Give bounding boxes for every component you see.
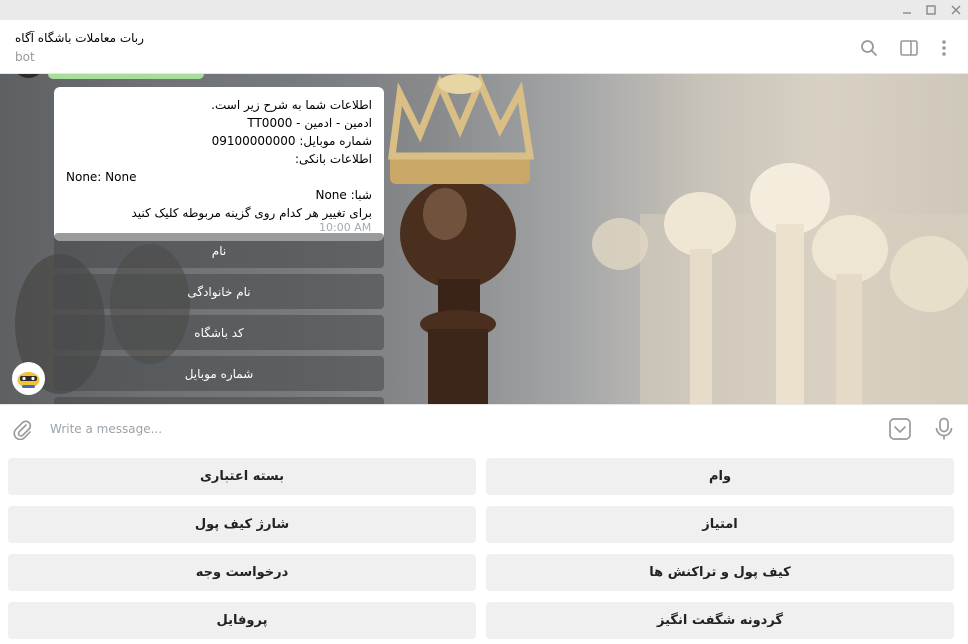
window-titlebar bbox=[0, 0, 968, 20]
inline-button-mobile[interactable]: شماره موبایل bbox=[54, 356, 384, 391]
chat-subtitle: bot bbox=[15, 50, 35, 64]
reply-keyboard: وام بسته اعتباری امتیاز شارژ کیف پول کیف… bbox=[0, 452, 968, 644]
maximize-icon[interactable] bbox=[919, 0, 943, 20]
attach-icon[interactable] bbox=[10, 417, 34, 441]
chat-history[interactable]: اطلاعات شما به شرح زیر است. ادمین - ادمی… bbox=[0, 74, 968, 404]
close-icon[interactable] bbox=[944, 0, 968, 20]
inline-button-next[interactable] bbox=[54, 397, 384, 404]
message-line: اطلاعات شما به شرح زیر است. bbox=[211, 98, 372, 112]
inline-button-last-name[interactable]: نام خانوادگی bbox=[54, 274, 384, 309]
search-icon[interactable] bbox=[858, 37, 880, 59]
previous-message-bubble bbox=[48, 74, 204, 79]
inline-button-first-name[interactable]: نام bbox=[54, 233, 384, 268]
bot-avatar[interactable] bbox=[12, 362, 45, 395]
bot-keyboard-icon[interactable] bbox=[888, 417, 912, 441]
keyboard-button-profile[interactable]: پروفایل bbox=[8, 602, 476, 639]
keyboard-button-points[interactable]: امتیاز bbox=[486, 506, 954, 543]
message-line: None: None bbox=[66, 170, 137, 184]
more-vertical-icon[interactable] bbox=[933, 37, 955, 59]
chat-header[interactable]: ربات معاملات باشگاه آگاه bot bbox=[0, 20, 968, 74]
message-input[interactable] bbox=[50, 419, 870, 439]
inline-button-club-code[interactable]: کد باشگاه bbox=[54, 315, 384, 350]
message-composer bbox=[0, 404, 968, 452]
microphone-icon[interactable] bbox=[932, 417, 956, 441]
message-line: شبا: None bbox=[315, 188, 372, 202]
message-line: شماره موبایل: 09100000000 bbox=[211, 134, 372, 148]
chat-title[interactable]: ربات معاملات باشگاه آگاه bbox=[15, 31, 144, 45]
message-line: اطلاعات بانکی: bbox=[295, 152, 372, 166]
keyboard-button-wheel[interactable]: گردونه شگفت انگیز bbox=[486, 602, 954, 639]
bot-message: اطلاعات شما به شرح زیر است. ادمین - ادمی… bbox=[54, 87, 384, 241]
keyboard-button-wallet-transactions[interactable]: کیف پول و تراکنش ها bbox=[486, 554, 954, 591]
minimize-icon[interactable] bbox=[895, 0, 919, 20]
keyboard-button-withdraw-request[interactable]: درخواست وجه bbox=[8, 554, 476, 591]
message-line: ادمین - ادمین - TT0000 bbox=[247, 116, 372, 130]
keyboard-button-wallet-charge[interactable]: شارژ کیف پول bbox=[8, 506, 476, 543]
message-line: برای تغییر هر کدام روی گزینه مربوطه کلیک… bbox=[131, 206, 372, 220]
sidebar-icon[interactable] bbox=[898, 37, 920, 59]
keyboard-button-credit-package[interactable]: بسته اعتباری bbox=[8, 458, 476, 495]
keyboard-button-loan[interactable]: وام bbox=[486, 458, 954, 495]
